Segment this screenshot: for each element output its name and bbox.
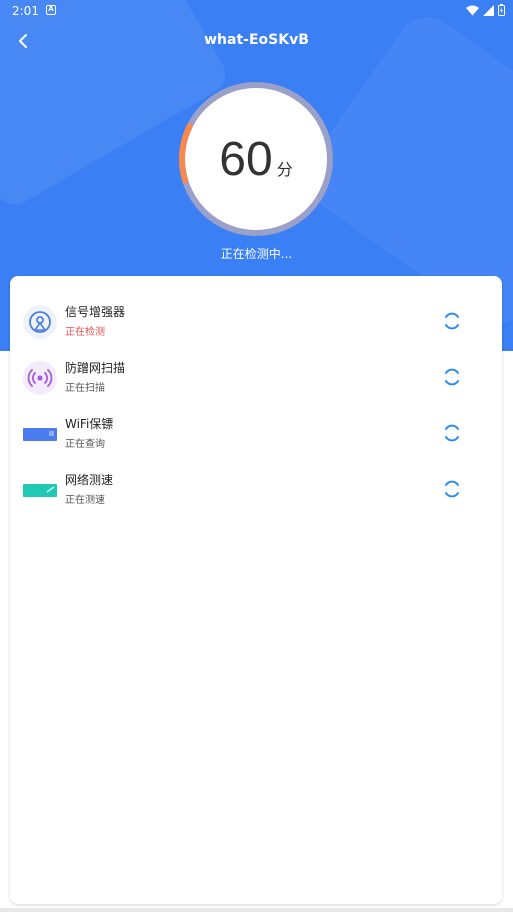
item-status: 正在查询 — [65, 439, 105, 450]
system-icons — [466, 4, 505, 16]
top-app-bar: what-EoSKvB — [0, 22, 513, 60]
page-title: what-EoSKvB — [204, 32, 309, 48]
wifi-guard-icon — [23, 428, 57, 441]
item-name: 信号增强器 — [65, 305, 126, 319]
cell-signal-icon — [483, 4, 494, 16]
list-item-wifi-guard[interactable]: WiFi保镖 正在查询 — [10, 406, 502, 462]
item-name: WiFi保镖 — [65, 417, 114, 431]
list-item-speed-test[interactable]: 网络测速 正在测速 — [10, 462, 502, 518]
item-name: 网络测速 — [65, 473, 114, 487]
score-display: 60 分 — [177, 80, 335, 238]
loading-spinner-icon — [445, 368, 459, 386]
checking-status: 正在检测中... — [220, 247, 293, 261]
speed-test-icon — [23, 484, 57, 497]
loading-spinner-icon — [445, 424, 459, 442]
loading-spinner-icon — [445, 312, 459, 330]
notification-icon: A — [46, 5, 56, 15]
list-item-signal-booster[interactable]: 信号增强器 正在检测 — [10, 294, 502, 350]
loading-spinner-icon — [445, 480, 459, 498]
signal-tower-icon — [23, 305, 57, 339]
list-item-anti-leech-scan[interactable]: 防蹭网扫描 正在扫描 — [10, 350, 502, 406]
item-name: 防蹭网扫描 — [65, 361, 126, 375]
broadcast-scan-icon — [23, 361, 57, 395]
battery-icon — [498, 4, 505, 16]
item-status: 正在检测 — [65, 327, 105, 338]
item-status: 正在测速 — [65, 495, 105, 506]
item-status: 正在扫描 — [65, 383, 105, 394]
status-time: 2:01 — [12, 4, 39, 18]
scan-list-card: 信号增强器 正在检测 防蹭网扫描 正在扫描 WiFi保镖 正在查询 网络测速 正… — [10, 276, 502, 904]
nav-gesture-bar — [0, 908, 513, 912]
wifi-icon — [466, 5, 479, 15]
score-unit: 分 — [276, 160, 293, 179]
status-bar: 2:01 A — [0, 0, 513, 22]
score-value: 60 — [219, 132, 273, 186]
